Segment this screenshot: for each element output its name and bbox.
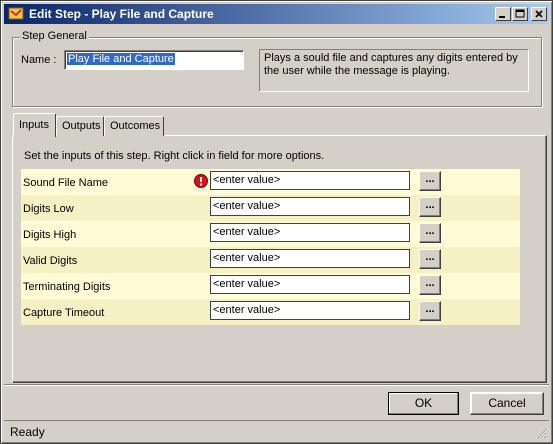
row-label: Digits High [23, 229, 77, 241]
table-row: Digits High <enter value> ... [21, 221, 520, 247]
tab-inputs[interactable]: Inputs [13, 113, 56, 137]
browse-button[interactable]: ... [419, 275, 441, 295]
terminating-digits-input[interactable]: <enter value> [210, 275, 410, 294]
digits-low-input[interactable]: <enter value> [210, 197, 410, 216]
cancel-button[interactable]: Cancel [470, 392, 544, 415]
sound-file-name-input[interactable]: <enter value> [210, 171, 410, 190]
title-bar[interactable]: Edit Step - Play File and Capture [4, 4, 549, 24]
browse-button[interactable]: ... [419, 249, 441, 269]
valid-digits-input[interactable]: <enter value> [210, 249, 410, 268]
minimize-button[interactable] [495, 7, 511, 21]
name-label: Name : [21, 54, 57, 66]
table-row: Sound File Name <enter value> ... [21, 169, 520, 195]
status-bar: Ready [4, 420, 549, 441]
capture-timeout-input[interactable]: <enter value> [210, 301, 410, 320]
status-text: Ready [10, 425, 45, 439]
row-label: Terminating Digits [23, 281, 111, 293]
ok-button[interactable]: OK [388, 392, 459, 415]
browse-button[interactable]: ... [419, 301, 441, 321]
browse-button[interactable]: ... [419, 197, 441, 217]
inputs-grid: Sound File Name <enter value> ... Digits… [21, 169, 520, 325]
close-button[interactable] [531, 7, 547, 21]
maximize-button[interactable] [512, 7, 528, 21]
maximize-icon [515, 9, 525, 18]
step-description: Plays a sould file and captures any digi… [259, 49, 529, 92]
row-label: Capture Timeout [23, 307, 105, 319]
row-label: Valid Digits [23, 255, 78, 267]
row-label: Sound File Name [23, 177, 108, 189]
table-row: Digits Low <enter value> ... [21, 195, 520, 221]
app-icon [8, 7, 24, 20]
resize-grip-icon[interactable] [535, 427, 547, 439]
browse-button[interactable]: ... [419, 171, 441, 191]
tab-outputs[interactable]: Outputs [56, 116, 104, 136]
table-row: Terminating Digits <enter value> ... [21, 273, 520, 299]
minimize-icon [499, 16, 505, 18]
close-icon [535, 10, 543, 18]
browse-button[interactable]: ... [419, 223, 441, 243]
warning-icon [194, 174, 208, 188]
row-label: Digits Low [23, 203, 74, 215]
dialog-window: Edit Step - Play File and Capture Step G… [0, 0, 553, 444]
table-row: Valid Digits <enter value> ... [21, 247, 520, 273]
window-title: Edit Step - Play File and Capture [29, 7, 214, 21]
tab-outcomes[interactable]: Outcomes [104, 116, 164, 136]
divider [4, 384, 549, 386]
inputs-instruction: Set the inputs of this step. Right click… [24, 150, 325, 162]
name-input[interactable]: Play File and Capture [64, 50, 244, 70]
step-general-title: Step General [20, 30, 89, 42]
digits-high-input[interactable]: <enter value> [210, 223, 410, 242]
table-row: Capture Timeout <enter value> ... [21, 299, 520, 325]
name-input-value: Play File and Capture [67, 53, 175, 65]
